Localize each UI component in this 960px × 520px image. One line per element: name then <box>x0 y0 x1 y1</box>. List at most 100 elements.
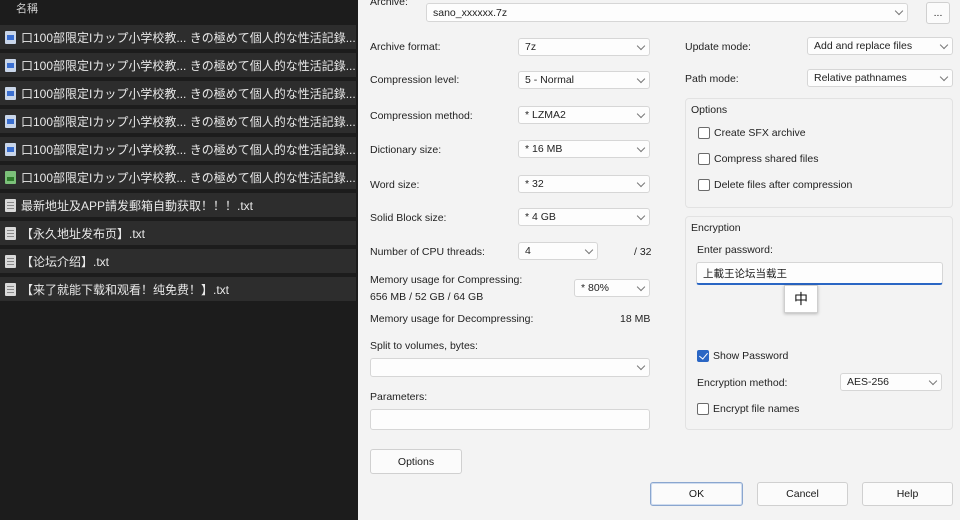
compress-shared-label: Compress shared files <box>714 153 819 165</box>
file-list-item[interactable]: 口100部限定Iカップ小学校教... きの極めて個人的な性活記錄... <box>0 53 356 77</box>
chevron-down-icon <box>928 376 938 386</box>
encryption-method-combo[interactable]: AES-256 <box>840 373 942 391</box>
path-mode-label: Path mode: <box>685 73 739 85</box>
chevron-down-icon <box>636 41 646 51</box>
compression-method-value: * LZMA2 <box>525 109 566 121</box>
split-volumes-label: Split to volumes, bytes: <box>370 340 478 352</box>
mem-compress-label: Memory usage for Compressing: <box>370 274 523 286</box>
file-name: 【永久地址发布页】.txt <box>21 226 146 241</box>
file-list-item[interactable]: 【论坛介绍】.txt <box>0 249 356 273</box>
file-name: 口100部限定Iカップ小学校教... きの極めて個人的な性活記錄... <box>21 30 356 45</box>
text-file-icon <box>5 282 16 296</box>
file-list-item[interactable]: 【来了就能下载和观看！纯免费！】.txt <box>0 277 356 301</box>
file-name: 口100部限定Iカップ小学校教... きの極めて個人的な性活記錄... <box>21 142 356 157</box>
create-sfx-label: Create SFX archive <box>714 127 806 139</box>
compress-shared-checkbox[interactable]: Compress shared files <box>698 153 818 165</box>
encryption-method-label: Encryption method: <box>697 377 788 389</box>
cpu-threads-label: Number of CPU threads: <box>370 246 485 258</box>
document-file-icon <box>5 30 16 44</box>
file-list-item[interactable]: 最新地址及APP請发郵箱自動获取！！！.txt <box>0 193 356 217</box>
browse-button[interactable]: ... <box>926 2 950 24</box>
file-list-panel: 名稱 口100部限定Iカップ小学校教... きの極めて個人的な性活記錄... 口1… <box>0 0 358 520</box>
create-sfx-checkbox[interactable]: Create SFX archive <box>698 127 806 139</box>
path-mode-combo[interactable]: Relative pathnames <box>807 69 953 87</box>
options-button[interactable]: Options <box>370 449 462 474</box>
file-list-item[interactable]: 口100部限定Iカップ小学校教... きの極めて個人的な性活記錄... <box>0 137 356 161</box>
text-file-icon <box>5 198 16 212</box>
file-list-item[interactable]: 口100部限定Iカップ小学校教... きの極めて個人的な性活記錄... <box>0 165 356 189</box>
path-mode-value: Relative pathnames <box>814 72 907 84</box>
file-name: 口100部限定Iカップ小学校教... きの極めて個人的な性活記錄... <box>21 114 356 129</box>
file-list-item[interactable]: 口100部限定Iカップ小学校教... きの極めて個人的な性活記錄... <box>0 25 356 49</box>
image-file-icon <box>5 170 16 184</box>
chevron-down-icon <box>636 178 646 188</box>
document-file-icon <box>5 142 16 156</box>
document-file-icon <box>5 58 16 72</box>
solid-block-size-combo[interactable]: * 4 GB <box>518 208 650 226</box>
text-file-icon <box>5 254 16 268</box>
chevron-down-icon <box>636 143 646 153</box>
file-name: 口100部限定Iカップ小学校教... きの極めて個人的な性活記錄... <box>21 170 356 185</box>
column-header-name[interactable]: 名稱 <box>0 0 358 24</box>
document-file-icon <box>5 86 16 100</box>
cpu-threads-combo[interactable]: 4 <box>518 242 598 260</box>
password-input[interactable]: 上載王论坛当载王 <box>696 262 943 285</box>
dictionary-size-label: Dictionary size: <box>370 144 442 156</box>
solid-block-size-value: * 4 GB <box>525 211 556 223</box>
split-volumes-combo[interactable] <box>370 358 650 377</box>
parameters-input[interactable] <box>370 409 650 430</box>
update-mode-label: Update mode: <box>685 41 751 53</box>
mem-compress-combo[interactable]: * 80% <box>574 279 650 297</box>
file-name: 口100部限定Iカップ小学校教... きの極めて個人的な性活記錄... <box>21 86 356 101</box>
compression-method-label: Compression method: <box>370 110 473 122</box>
cancel-button[interactable]: Cancel <box>757 482 848 506</box>
help-button[interactable]: Help <box>862 482 953 506</box>
mem-decompress-label: Memory usage for Decompressing: <box>370 313 534 325</box>
solid-block-size-label: Solid Block size: <box>370 212 447 224</box>
file-name: 【来了就能下载和观看！纯免费！】.txt <box>21 282 230 297</box>
compression-level-label: Compression level: <box>370 74 460 86</box>
delete-after-checkbox[interactable]: Delete files after compression <box>698 179 852 191</box>
archive-path-value: sano_xxxxxx.7z <box>433 6 508 19</box>
chevron-down-icon <box>939 40 949 50</box>
mem-compress-values: 656 MB / 52 GB / 64 GB <box>370 291 484 303</box>
chevron-down-icon <box>584 245 594 255</box>
word-size-combo[interactable]: * 32 <box>518 175 650 193</box>
archive-format-value: 7z <box>525 41 537 53</box>
checkbox-box <box>698 179 710 191</box>
word-size-label: Word size: <box>370 179 420 191</box>
checkbox-box <box>697 403 709 415</box>
update-mode-value: Add and replace files <box>814 40 913 52</box>
compression-level-value: 5 - Normal <box>525 74 575 86</box>
parameters-label: Parameters: <box>370 391 428 403</box>
archive-path-combo[interactable]: sano_xxxxxx.7z <box>426 3 908 22</box>
compression-method-combo[interactable]: * LZMA2 <box>518 106 650 124</box>
encryption-method-value: AES-256 <box>847 376 890 388</box>
file-list-item[interactable]: 口100部限定Iカップ小学校教... きの極めて個人的な性活記錄... <box>0 109 356 133</box>
file-list-item[interactable]: 口100部限定Iカップ小学校教... きの極めて個人的な性活記錄... <box>0 81 356 105</box>
options-group-title: Options <box>691 104 728 116</box>
file-name: 口100部限定Iカップ小学校教... きの極めて個人的な性活記錄... <box>21 58 356 73</box>
checkbox-checked-icon <box>697 350 709 362</box>
update-mode-combo[interactable]: Add and replace files <box>807 37 953 55</box>
ok-button[interactable]: OK <box>650 482 743 506</box>
encrypt-names-label: Encrypt file names <box>713 403 800 415</box>
dictionary-size-combo[interactable]: * 16 MB <box>518 140 650 158</box>
delete-after-label: Delete files after compression <box>714 179 853 191</box>
compression-level-combo[interactable]: 5 - Normal <box>518 71 650 89</box>
encrypt-names-checkbox[interactable]: Encrypt file names <box>697 403 799 415</box>
chevron-down-icon <box>636 211 646 221</box>
encryption-group-title: Encryption <box>691 222 741 234</box>
show-password-label: Show Password <box>713 350 789 362</box>
chevron-down-icon <box>939 72 949 82</box>
show-password-checkbox[interactable]: Show Password <box>697 350 788 362</box>
document-file-icon <box>5 114 16 128</box>
archive-label: Archive: <box>370 0 408 8</box>
chevron-down-icon <box>636 361 646 371</box>
cpu-threads-max: / 32 <box>634 246 652 258</box>
password-value: 上載王论坛当载王 <box>703 267 787 280</box>
archive-format-combo[interactable]: 7z <box>518 38 650 56</box>
file-list-item[interactable]: 【永久地址发布页】.txt <box>0 221 356 245</box>
ime-mode-indicator[interactable]: 中 <box>784 285 818 313</box>
enter-password-label: Enter password: <box>697 244 773 256</box>
